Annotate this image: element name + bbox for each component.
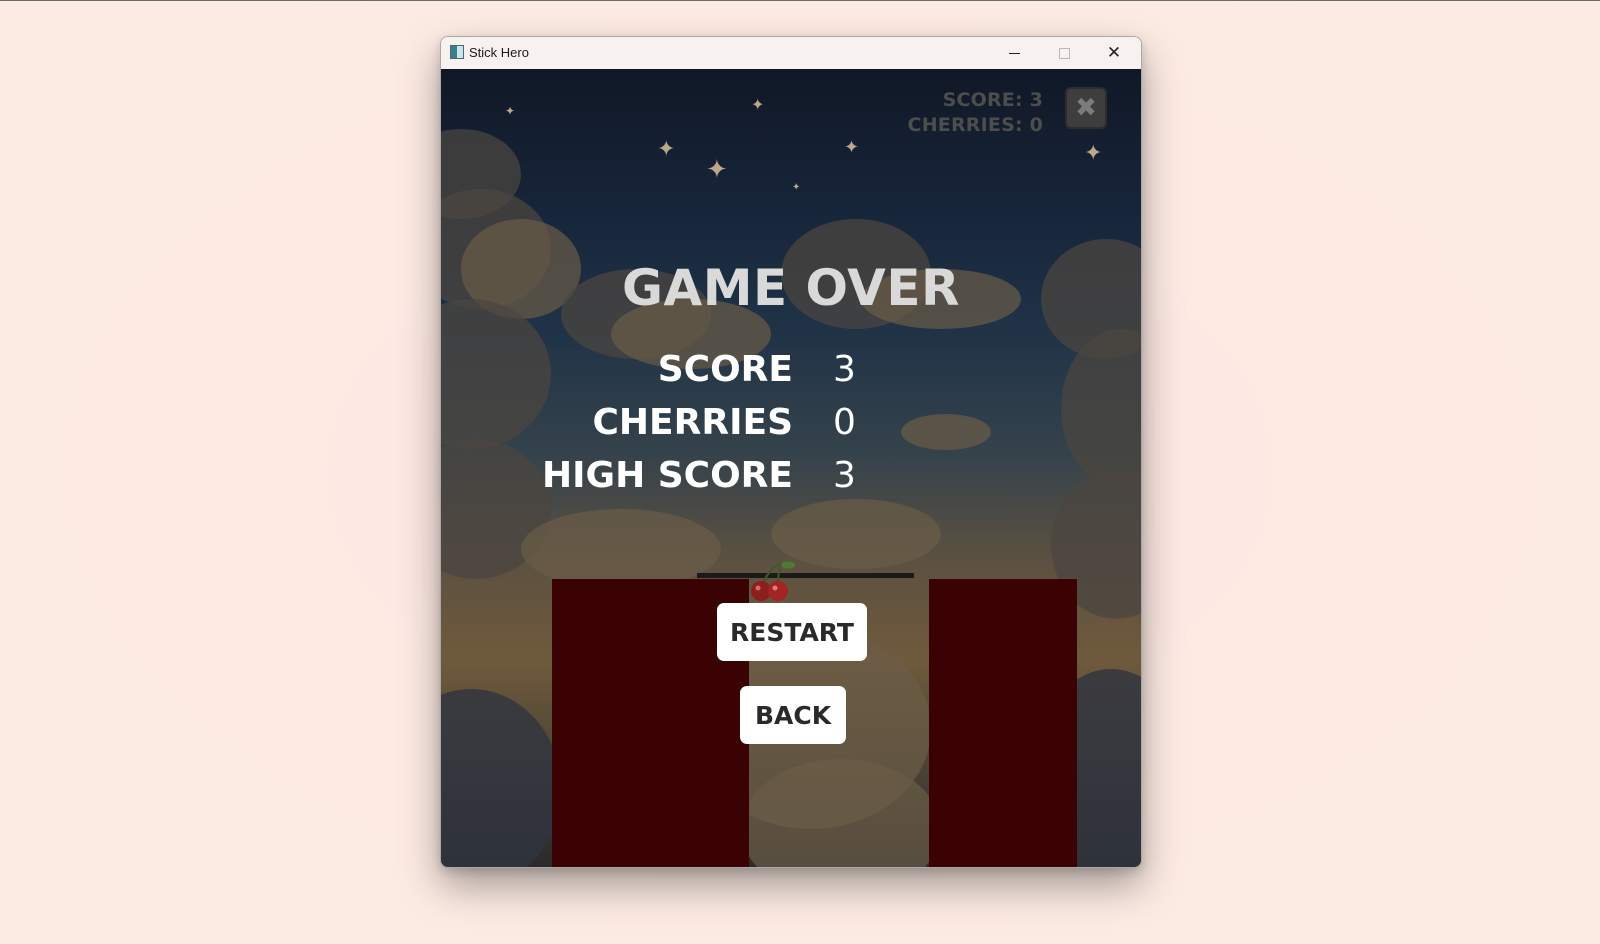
- close-icon: ✖: [1075, 93, 1097, 123]
- background-cloud: [901, 414, 991, 450]
- app-window-icon: [450, 45, 464, 59]
- background-cloud: [441, 689, 561, 867]
- background-cloud: [771, 499, 941, 569]
- screen-top-border: [0, 0, 1600, 1]
- back-button[interactable]: BACK: [740, 686, 846, 744]
- hud-score: SCORE: 3: [942, 89, 1043, 111]
- high-score-value: 3: [833, 455, 856, 496]
- star-icon: ✦: [792, 182, 801, 193]
- close-icon: ✕: [1106, 42, 1122, 63]
- cherry-icon: [751, 561, 795, 601]
- minimize-icon: [1008, 52, 1020, 54]
- star-icon: ✦: [1084, 141, 1103, 166]
- minimize-button[interactable]: [989, 37, 1039, 69]
- background-cloud: [1061, 329, 1141, 489]
- background-cloud: [441, 299, 551, 449]
- window-close-button[interactable]: ✕: [1089, 37, 1139, 69]
- star-icon: ✦: [844, 137, 860, 158]
- game-window: Stick Hero ✕ ✦ ✦ ✦ ✦ ✦ ✦ ✦ SCORE: 3 CHER…: [440, 36, 1142, 868]
- background-cloud: [521, 509, 721, 589]
- window-title: Stick Hero: [469, 45, 529, 60]
- hero-stick: [697, 573, 914, 578]
- cherries-value: 0: [833, 402, 856, 443]
- score-label: SCORE: [657, 349, 793, 390]
- maximize-button[interactable]: [1039, 37, 1089, 69]
- hud-cherries: CHERRIES: 0: [907, 114, 1043, 136]
- window-titlebar[interactable]: Stick Hero ✕: [441, 37, 1141, 69]
- maximize-icon: [1058, 47, 1070, 59]
- game-canvas[interactable]: ✦ ✦ ✦ ✦ ✦ ✦ ✦ SCORE: 3 CHERRIES: 0 ✖ GAM…: [441, 69, 1141, 867]
- restart-button[interactable]: RESTART: [717, 603, 867, 661]
- star-icon: ✦: [505, 104, 516, 118]
- hud-close-button[interactable]: ✖: [1065, 87, 1107, 129]
- star-icon: ✦: [751, 95, 765, 114]
- cherries-label: CHERRIES: [592, 402, 794, 443]
- game-over-title: GAME OVER: [621, 259, 961, 317]
- score-value: 3: [833, 349, 856, 390]
- star-icon: ✦: [706, 155, 728, 185]
- star-icon: ✦: [657, 137, 676, 162]
- platform-right: [929, 579, 1077, 867]
- high-score-label: HIGH SCORE: [542, 455, 793, 496]
